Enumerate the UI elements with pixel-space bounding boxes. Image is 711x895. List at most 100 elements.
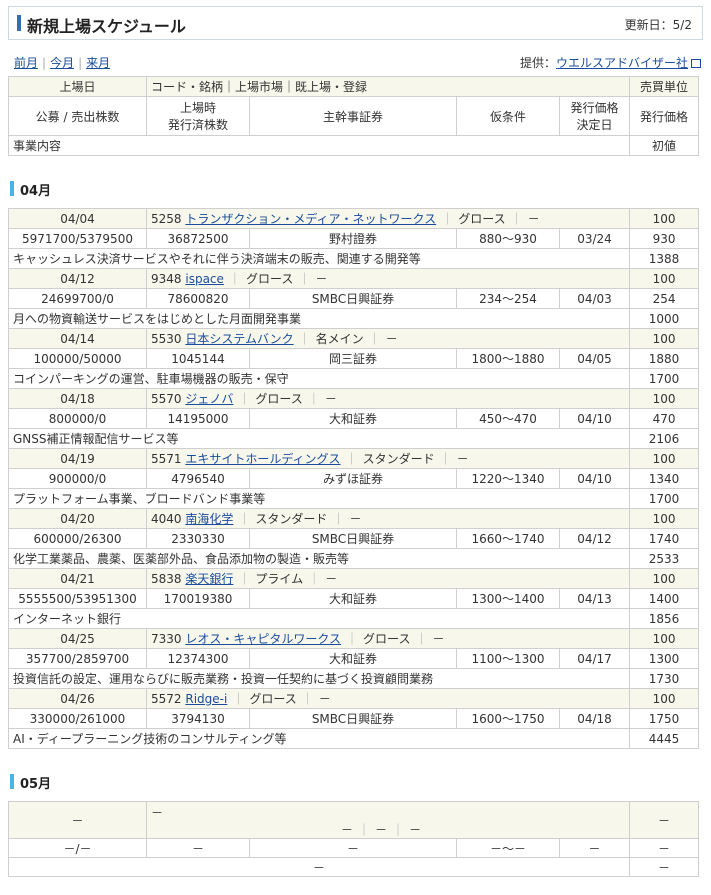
issue-price: 1750 xyxy=(629,708,700,729)
stock-code: 5530 xyxy=(151,332,182,346)
listing-date: 04/25 xyxy=(8,628,147,649)
provisional-range: －～－ xyxy=(456,838,560,858)
company-link[interactable]: レオス・キャピタルワークス xyxy=(185,632,341,646)
ipo-header-row: 04/18 5570 ジェノバ ｜ グロース ｜ － 100 xyxy=(8,388,700,409)
business-description: キャッシュレス決済サービスやそれに伴う決済端末の販売、関連する開発等 xyxy=(7,248,631,269)
header-row-2: 公募 / 売出株数 上場時 発行済株数 主幹事証券 仮条件 発行価格 決定日 発行価… xyxy=(8,96,700,136)
market: グロース xyxy=(249,692,297,706)
title-bar: 新規上場スケジュール 更新日：5/2 xyxy=(8,6,703,40)
listing-date: 04/14 xyxy=(8,328,147,349)
provisional-range: 450～470 xyxy=(456,408,560,429)
company-link[interactable]: 南海化学 xyxy=(185,512,233,526)
listing-date: － xyxy=(8,801,147,839)
listing-date: 04/18 xyxy=(8,388,147,409)
company-link[interactable]: エキサイトホールディングス xyxy=(185,452,340,466)
divider: ｜ xyxy=(392,823,405,837)
listing-status: － xyxy=(432,632,445,646)
trade-unit: 100 xyxy=(629,688,700,709)
offering-shares: 5555500/53951300 xyxy=(8,588,147,609)
provider-link[interactable]: ウエルスアドバイザー社 xyxy=(556,56,688,70)
trade-unit: 100 xyxy=(629,628,700,649)
col-provisional: 仮条件 xyxy=(456,96,560,136)
decision-date: 04/18 xyxy=(558,708,631,729)
col-decision-line2: 決定日 xyxy=(576,118,613,132)
listing-status: － xyxy=(349,512,362,526)
ipo-business-row: インターネット銀行 1856 xyxy=(7,608,700,629)
external-link-icon xyxy=(691,59,701,68)
header-row-3: 事業内容 初値 xyxy=(7,135,700,156)
col-trade-unit: 売買単位 xyxy=(629,76,700,97)
section-marker xyxy=(10,181,14,196)
issued-shares: 4796540 xyxy=(146,468,250,489)
divider: ｜ xyxy=(238,512,251,526)
divider: ｜ xyxy=(345,452,358,466)
first-price: － xyxy=(629,857,700,877)
col-listing-date: 上場日 xyxy=(8,76,147,97)
underwriter: みずほ証券 xyxy=(249,468,457,489)
decision-date: 04/17 xyxy=(558,648,631,669)
col-code-name: コード・銘柄｜上場市場｜既上場・登録 xyxy=(145,76,631,97)
page-title: 新規上場スケジュール xyxy=(27,17,186,36)
section-title: 05月 xyxy=(20,777,52,792)
divider: ｜ xyxy=(332,512,345,526)
market: プライム xyxy=(255,572,304,586)
col-first-price: 初値 xyxy=(629,135,700,156)
ipo-business-row: プラットフォーム事業、ブロードバンド事業等 1700 xyxy=(7,488,700,509)
decision-date: 04/05 xyxy=(558,348,631,369)
divider: ｜ xyxy=(510,212,523,226)
company-link[interactable]: ispace xyxy=(185,272,224,286)
ipo-header-row: 04/21 5838 楽天銀行 ｜ プライム ｜ － 100 xyxy=(8,568,700,589)
listing-date: 04/19 xyxy=(8,448,147,469)
market: 名メイン xyxy=(315,332,364,346)
underwriter: 岡三証券 xyxy=(249,348,457,369)
first-price: 4445 xyxy=(629,728,700,749)
company-link[interactable]: Ridge-i xyxy=(185,692,227,706)
issued-shares: 14195000 xyxy=(146,408,250,429)
issued-shares: 12374300 xyxy=(146,648,250,669)
decision-date: － xyxy=(558,838,631,858)
underwriter: 大和証券 xyxy=(249,648,457,669)
decision-date: 03/24 xyxy=(558,228,631,249)
ipo-header-row: 04/04 5258 トランザクション・メディア・ネットワークス ｜ グロース ｜ － 10… xyxy=(8,208,700,229)
ipo-business-row: 月への物資輸送サービスをはじめとした月面開発事業 1000 xyxy=(7,308,700,329)
company-link[interactable]: トランザクション・メディア・ネットワークス xyxy=(185,212,436,226)
divider: ｜ xyxy=(439,452,452,466)
ipo-header-row: － － － ｜ － ｜ － － xyxy=(8,801,700,839)
offering-shares: 800000/0 xyxy=(8,408,147,429)
section-marker xyxy=(10,774,14,789)
col-issue-price: 発行価格 xyxy=(629,96,700,136)
issue-price: 254 xyxy=(629,288,700,309)
ipo-detail-row: 800000/0 14195000 大和証券 450～470 04/10 470 xyxy=(8,408,700,429)
provider-credit: 提供：ウエルスアドバイザー社 xyxy=(520,54,701,71)
company-cell: － － ｜ － ｜ － xyxy=(145,801,631,839)
company-cell: 5570 ジェノバ ｜ グロース ｜ － xyxy=(145,388,631,409)
company-link[interactable]: 日本システムバンク xyxy=(185,332,293,346)
ipo-business-row: － － xyxy=(7,857,700,877)
decision-date: 04/10 xyxy=(558,468,631,489)
divider: ｜ xyxy=(346,632,359,646)
current-month-link[interactable]: 今月 xyxy=(50,56,74,70)
company-link[interactable]: ジェノバ xyxy=(185,392,233,406)
col-decision-line1: 発行価格 xyxy=(570,101,619,115)
section-title: 04月 xyxy=(20,184,52,199)
listing-status: － xyxy=(325,572,338,586)
trade-unit: 100 xyxy=(629,328,700,349)
listing-status: － xyxy=(318,692,331,706)
first-price: 1856 xyxy=(629,608,700,629)
company-cell: 5530 日本システムバンク ｜ 名メイン ｜ － xyxy=(145,328,631,349)
listing-status: － xyxy=(315,272,328,286)
trade-unit: 100 xyxy=(629,508,700,529)
company-cell: 4040 南海化学 ｜ スタンダード ｜ － xyxy=(145,508,631,529)
offering-shares: 330000/261000 xyxy=(8,708,147,729)
ipo-detail-row: 100000/50000 1045144 岡三証券 1800～1880 04/05 188… xyxy=(8,348,700,369)
company-link[interactable]: 楽天銀行 xyxy=(185,572,233,586)
issue-price: 1740 xyxy=(629,528,700,549)
ipo-detail-row: 5971700/5379500 36872500 野村證券 880～930 03/24 9… xyxy=(8,228,700,249)
ipo-table-may: － － －｜－｜－ － －/－ － － －～－ － － － － xyxy=(7,801,700,877)
header-row-1: 上場日 コード・銘柄｜上場市場｜既上場・登録 売買単位 xyxy=(8,76,700,97)
next-month-link[interactable]: 来月 xyxy=(86,56,110,70)
stock-code: 9348 xyxy=(151,272,182,286)
listing-date: 04/04 xyxy=(8,208,147,229)
prev-month-link[interactable]: 前月 xyxy=(14,56,38,70)
stock-code: 4040 xyxy=(151,512,182,526)
